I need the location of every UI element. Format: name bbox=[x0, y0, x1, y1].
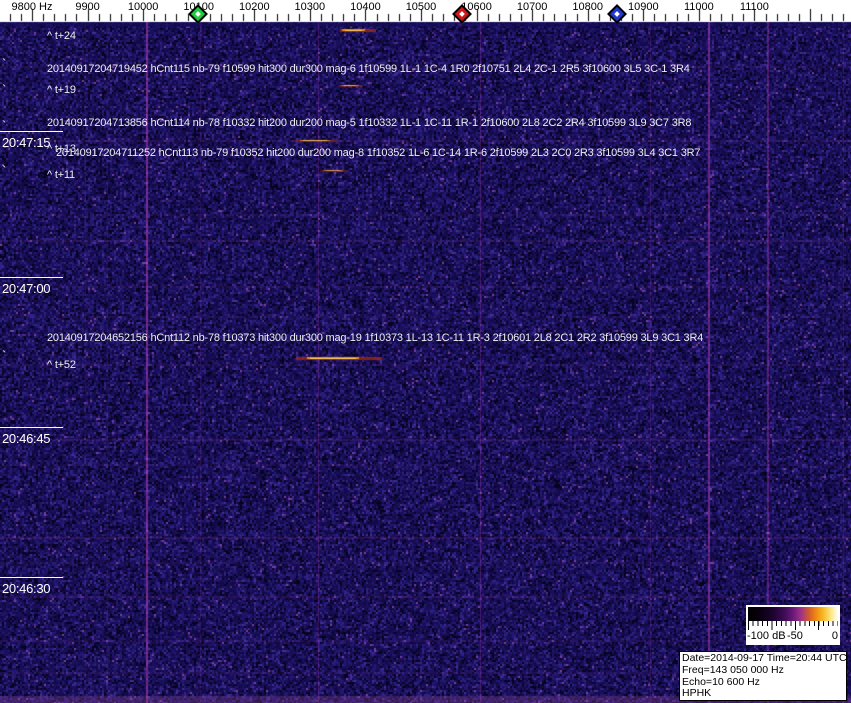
spectrogram-waterfall bbox=[0, 0, 851, 703]
red-marker-center-dot bbox=[459, 11, 465, 17]
detection-info-line: 20140917204713856 hCnt114 nb-78 f10332 h… bbox=[47, 117, 692, 129]
detection-info-line: 20140917204719452 hCnt115 nb-79 f10599 h… bbox=[47, 63, 690, 75]
green-marker-center-dot bbox=[195, 11, 201, 17]
blue-marker-center-dot bbox=[614, 11, 620, 17]
freq-tick-label-11100: 11100 bbox=[739, 1, 769, 13]
freq-tick-label-10800: 10800 bbox=[572, 1, 603, 13]
scale-label-mid: -50 bbox=[787, 630, 803, 642]
color-scale-labels: -100 dB -50 0 bbox=[746, 630, 840, 643]
detection-edge-tick: ` bbox=[2, 56, 7, 71]
freq-tick-label-11000: 11000 bbox=[683, 1, 714, 13]
color-gradient-bar bbox=[748, 607, 838, 621]
freq-tick-label-10400: 10400 bbox=[350, 1, 381, 13]
info-station-id: HPHK bbox=[682, 687, 712, 700]
scale-label-min: -100 dB bbox=[747, 630, 786, 642]
freq-tick-label-9900: 9900 bbox=[75, 1, 100, 13]
time-tick-line bbox=[0, 131, 63, 132]
spectrogram-window: 9800 Hz990010000101001020010300104001050… bbox=[0, 0, 851, 703]
time-tick-line bbox=[0, 577, 63, 578]
time-tick-label: 20:47:15 bbox=[2, 135, 51, 150]
time-tick-line bbox=[0, 277, 63, 278]
detection-edge-tick: ` bbox=[2, 82, 7, 97]
detection-edge-tick: ` bbox=[2, 143, 7, 158]
freq-tick-label-10200: 10200 bbox=[238, 1, 270, 13]
freq-tick-label-10300: 10300 bbox=[294, 1, 326, 13]
status-info-box: Date=2014-09-17 Time=20:44 UTC Freq=143 … bbox=[679, 651, 847, 701]
detection-edge-tick: ` bbox=[2, 348, 7, 363]
freq-tick-label-10700: 10700 bbox=[516, 1, 548, 13]
detection-edge-tick: ` bbox=[2, 163, 7, 178]
time-tick-label: 20:47:00 bbox=[2, 281, 51, 296]
freq-tick-label-9800: 9800 Hz bbox=[11, 1, 53, 13]
time-tick-label: 20:46:45 bbox=[2, 431, 51, 446]
detection-t-marker: ^ t+19 bbox=[47, 84, 76, 96]
info-frequency: Freq=143 050 000 Hz bbox=[682, 663, 784, 676]
db-color-scale: -100 dB -50 0 bbox=[746, 605, 840, 645]
time-tick-line bbox=[0, 427, 63, 428]
color-scale-ticks bbox=[748, 621, 838, 630]
scale-major-ticks bbox=[748, 621, 838, 630]
detection-t-marker: ^ t+24 bbox=[47, 30, 76, 42]
detection-info-line: 20140917204652156 hCnt112 nb-78 f10373 h… bbox=[47, 332, 704, 344]
scale-label-max: 0 bbox=[831, 630, 838, 642]
freq-tick-label-10900: 10900 bbox=[627, 1, 659, 13]
detection-edge-tick: ` bbox=[2, 118, 7, 133]
detection-t-marker: ^ t+11 bbox=[47, 169, 75, 181]
freq-tick-label-10500: 10500 bbox=[405, 1, 437, 13]
freq-tick-label-10000: 10000 bbox=[127, 1, 159, 13]
detection-info-line: 20140917204711252 hCnt113 nb-79 f10352 h… bbox=[56, 147, 701, 159]
detection-t-marker: ^ t+52 bbox=[47, 359, 76, 371]
time-tick-label: 20:46:30 bbox=[2, 581, 51, 596]
